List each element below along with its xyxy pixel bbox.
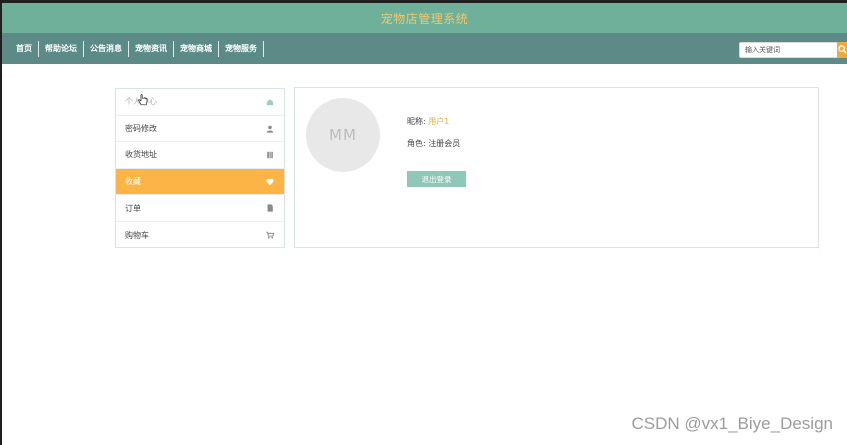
sidebar-item-label: 收藏 [125,177,141,187]
file-icon [267,204,273,212]
sidebar-item-label: 订单 [125,203,141,213]
search-button[interactable] [837,42,847,58]
cart-icon [266,231,274,239]
sidebar-item-label: 购物车 [125,230,149,240]
avatar: MM [306,98,380,172]
nav-pet-mall[interactable]: 宠物商城 [174,41,219,57]
hand-cursor-icon [138,94,148,106]
nav-announcements[interactable]: 公告消息 [84,41,129,57]
main-nav: 首页 帮助论坛 公告消息 宠物资讯 宠物商城 宠物服务 [2,33,847,64]
window-left-edge [0,0,2,445]
sidebar-item-label: 密码修改 [125,123,157,133]
role-label: 角色: [407,139,426,148]
address-book-icon [267,151,273,159]
sidebar-item-change-password[interactable]: 密码修改 [116,116,284,143]
watermark: CSDN @vx1_Biye_Design [631,414,833,433]
nickname-label: 昵称: [407,117,426,126]
nav-help-forum[interactable]: 帮助论坛 [39,41,84,57]
role-value: 注册会员 [428,139,461,148]
nav-pet-news[interactable]: 宠物资讯 [129,41,174,57]
nickname-value: 用户1 [428,117,450,126]
nickname-row: 昵称: 用户1 [407,116,449,127]
site-header: 宠物店管理系统 [2,3,847,33]
profile-card: MM 昵称: 用户1 角色: 注册会员 退出登录 [294,87,819,248]
logout-button[interactable]: 退出登录 [407,171,466,187]
avatar-initials: MM [329,126,357,144]
role-row: 角色: 注册会员 [407,138,460,149]
sidebar-item-shopping-cart[interactable]: 购物车 [116,222,284,249]
sidebar-item-favorites[interactable]: 收藏 [116,168,284,196]
user-center-sidebar: 个人中心 密码修改 收货地址 收藏 订单 购物车 [115,88,285,248]
user-icon [266,125,274,133]
search-icon [838,45,847,54]
sidebar-item-shipping-address[interactable]: 收货地址 [116,142,284,169]
nav-pet-services[interactable]: 宠物服务 [219,41,264,57]
sidebar-item-orders[interactable]: 订单 [116,195,284,222]
site-title: 宠物店管理系统 [380,11,469,26]
house-icon [266,99,274,106]
nav-home[interactable]: 首页 [10,41,39,57]
heart-icon [266,178,274,185]
sidebar-item-label: 收货地址 [125,150,157,160]
search-input[interactable] [739,42,844,58]
